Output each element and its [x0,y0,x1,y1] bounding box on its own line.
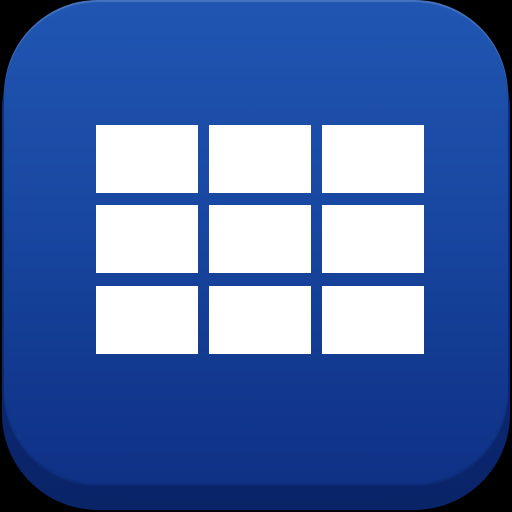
grid-tile [96,125,198,193]
app-icon-canvas [0,0,512,512]
grid-tile [96,286,198,354]
grid-tile [322,125,424,193]
grid-tile [96,205,198,273]
grid-view-app-icon[interactable] [4,0,508,486]
grid-tile [209,205,311,273]
grid-icon [96,125,425,354]
grid-tile [209,125,311,193]
grid-tile [322,286,424,354]
grid-tile [322,205,424,273]
grid-tile [209,286,311,354]
